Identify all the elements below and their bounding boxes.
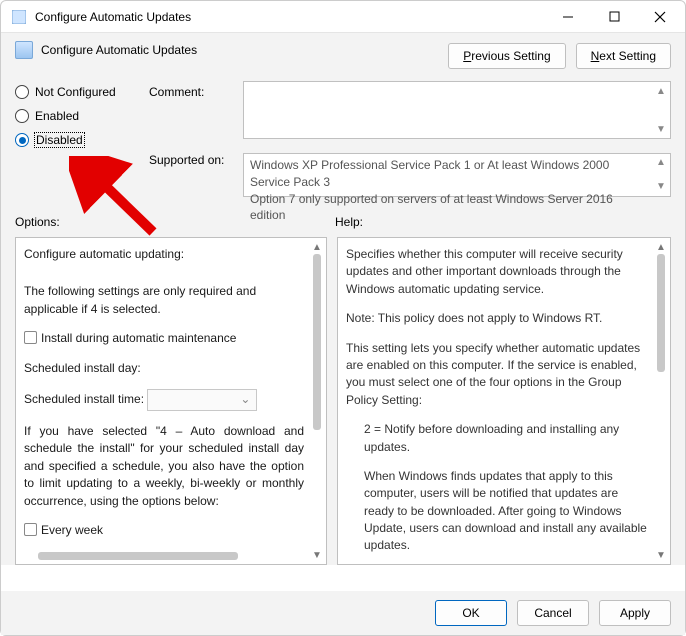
radio-icon [15, 133, 29, 147]
install-maintenance-checkbox[interactable]: Install during automatic maintenance [24, 330, 304, 347]
options-panel: Configure automatic updating: The follow… [15, 237, 327, 565]
options-note: The following settings are only required… [24, 283, 304, 318]
checkbox-label: Every week [41, 523, 103, 537]
cancel-button[interactable]: Cancel [517, 600, 589, 626]
titlebar: Configure Automatic Updates [1, 1, 685, 33]
scroll-up-icon[interactable]: ▲ [654, 156, 668, 170]
options-scrollbar-v[interactable]: ▲ ▼ [310, 240, 324, 562]
scheduled-time-select[interactable] [147, 389, 257, 411]
scroll-down-icon[interactable]: ▼ [654, 122, 668, 136]
options-heading: Configure automatic updating: [24, 246, 304, 263]
options-scrollbar-h[interactable] [18, 550, 310, 562]
checkbox-icon [24, 523, 37, 536]
apply-button[interactable]: Apply [599, 600, 671, 626]
close-button[interactable] [637, 2, 683, 32]
help-p4: 2 = Notify before downloading and instal… [346, 421, 648, 456]
radio-disabled[interactable]: Disabled [15, 133, 145, 147]
help-p2: Note: This policy does not apply to Wind… [346, 310, 648, 327]
panels: Configure automatic updating: The follow… [1, 233, 685, 565]
radio-not-configured[interactable]: Not Configured [15, 85, 145, 99]
help-p1: Specifies whether this computer will rec… [346, 246, 648, 298]
panels-header: Options: Help: [1, 207, 685, 233]
scrollbar-thumb[interactable] [313, 254, 321, 430]
next-setting-button[interactable]: Next Setting [576, 43, 671, 69]
options-paragraph: If you have selected "4 – Auto download … [24, 423, 304, 510]
policy-icon [15, 41, 33, 59]
checkbox-label: Install during automatic maintenance [41, 331, 236, 345]
scheduled-day-row: Scheduled install day: [24, 360, 304, 377]
scheduled-time-row: Scheduled install time: [24, 389, 304, 411]
scheduled-day-label: Scheduled install day: [24, 361, 141, 375]
help-p5: When Windows finds updates that apply to… [346, 468, 648, 555]
radio-enabled[interactable]: Enabled [15, 109, 145, 123]
scroll-up-icon[interactable]: ▲ [310, 240, 324, 254]
window-title: Configure Automatic Updates [35, 10, 545, 24]
scroll-up-icon[interactable]: ▲ [654, 240, 668, 254]
maximize-button[interactable] [591, 2, 637, 32]
comment-label: Comment: [149, 85, 239, 99]
help-header: Help: [335, 215, 363, 229]
ok-button[interactable]: OK [435, 600, 507, 626]
help-panel: Specifies whether this computer will rec… [337, 237, 671, 565]
checkbox-icon [24, 331, 37, 344]
radio-icon [15, 109, 29, 123]
radio-label: Not Configured [35, 85, 116, 99]
radio-label: Enabled [35, 109, 79, 123]
scheduled-time-label: Scheduled install time: [24, 392, 144, 406]
scrollbar-thumb[interactable] [657, 254, 665, 372]
dialog-footer: OK Cancel Apply [1, 591, 685, 635]
scrollbar-thumb[interactable] [38, 552, 238, 560]
supported-on-box: Windows XP Professional Service Pack 1 o… [243, 153, 671, 197]
scroll-down-icon[interactable]: ▼ [310, 548, 324, 562]
previous-setting-button[interactable]: Previous Setting [448, 43, 565, 69]
policy-title: Configure Automatic Updates [41, 43, 197, 57]
options-header: Options: [15, 215, 335, 229]
subheader: Configure Automatic Updates Previous Set… [1, 33, 685, 81]
help-scrollbar-v[interactable]: ▲ ▼ [654, 240, 668, 562]
state-radio-group: Not Configured Enabled Disabled [15, 81, 145, 197]
every-week-checkbox[interactable]: Every week [24, 522, 304, 539]
help-p3: This setting lets you specify whether au… [346, 340, 648, 410]
radio-icon [15, 85, 29, 99]
scroll-up-icon[interactable]: ▲ [654, 84, 668, 98]
scroll-down-icon[interactable]: ▼ [654, 180, 668, 194]
window-icon [11, 9, 27, 25]
minimize-button[interactable] [545, 2, 591, 32]
scroll-down-icon[interactable]: ▼ [654, 548, 668, 562]
supported-label: Supported on: [149, 153, 239, 167]
radio-label: Disabled [35, 133, 84, 147]
comment-textbox[interactable]: ▲ ▼ [243, 81, 671, 139]
form-area: Not Configured Enabled Disabled Comment:… [1, 81, 685, 207]
